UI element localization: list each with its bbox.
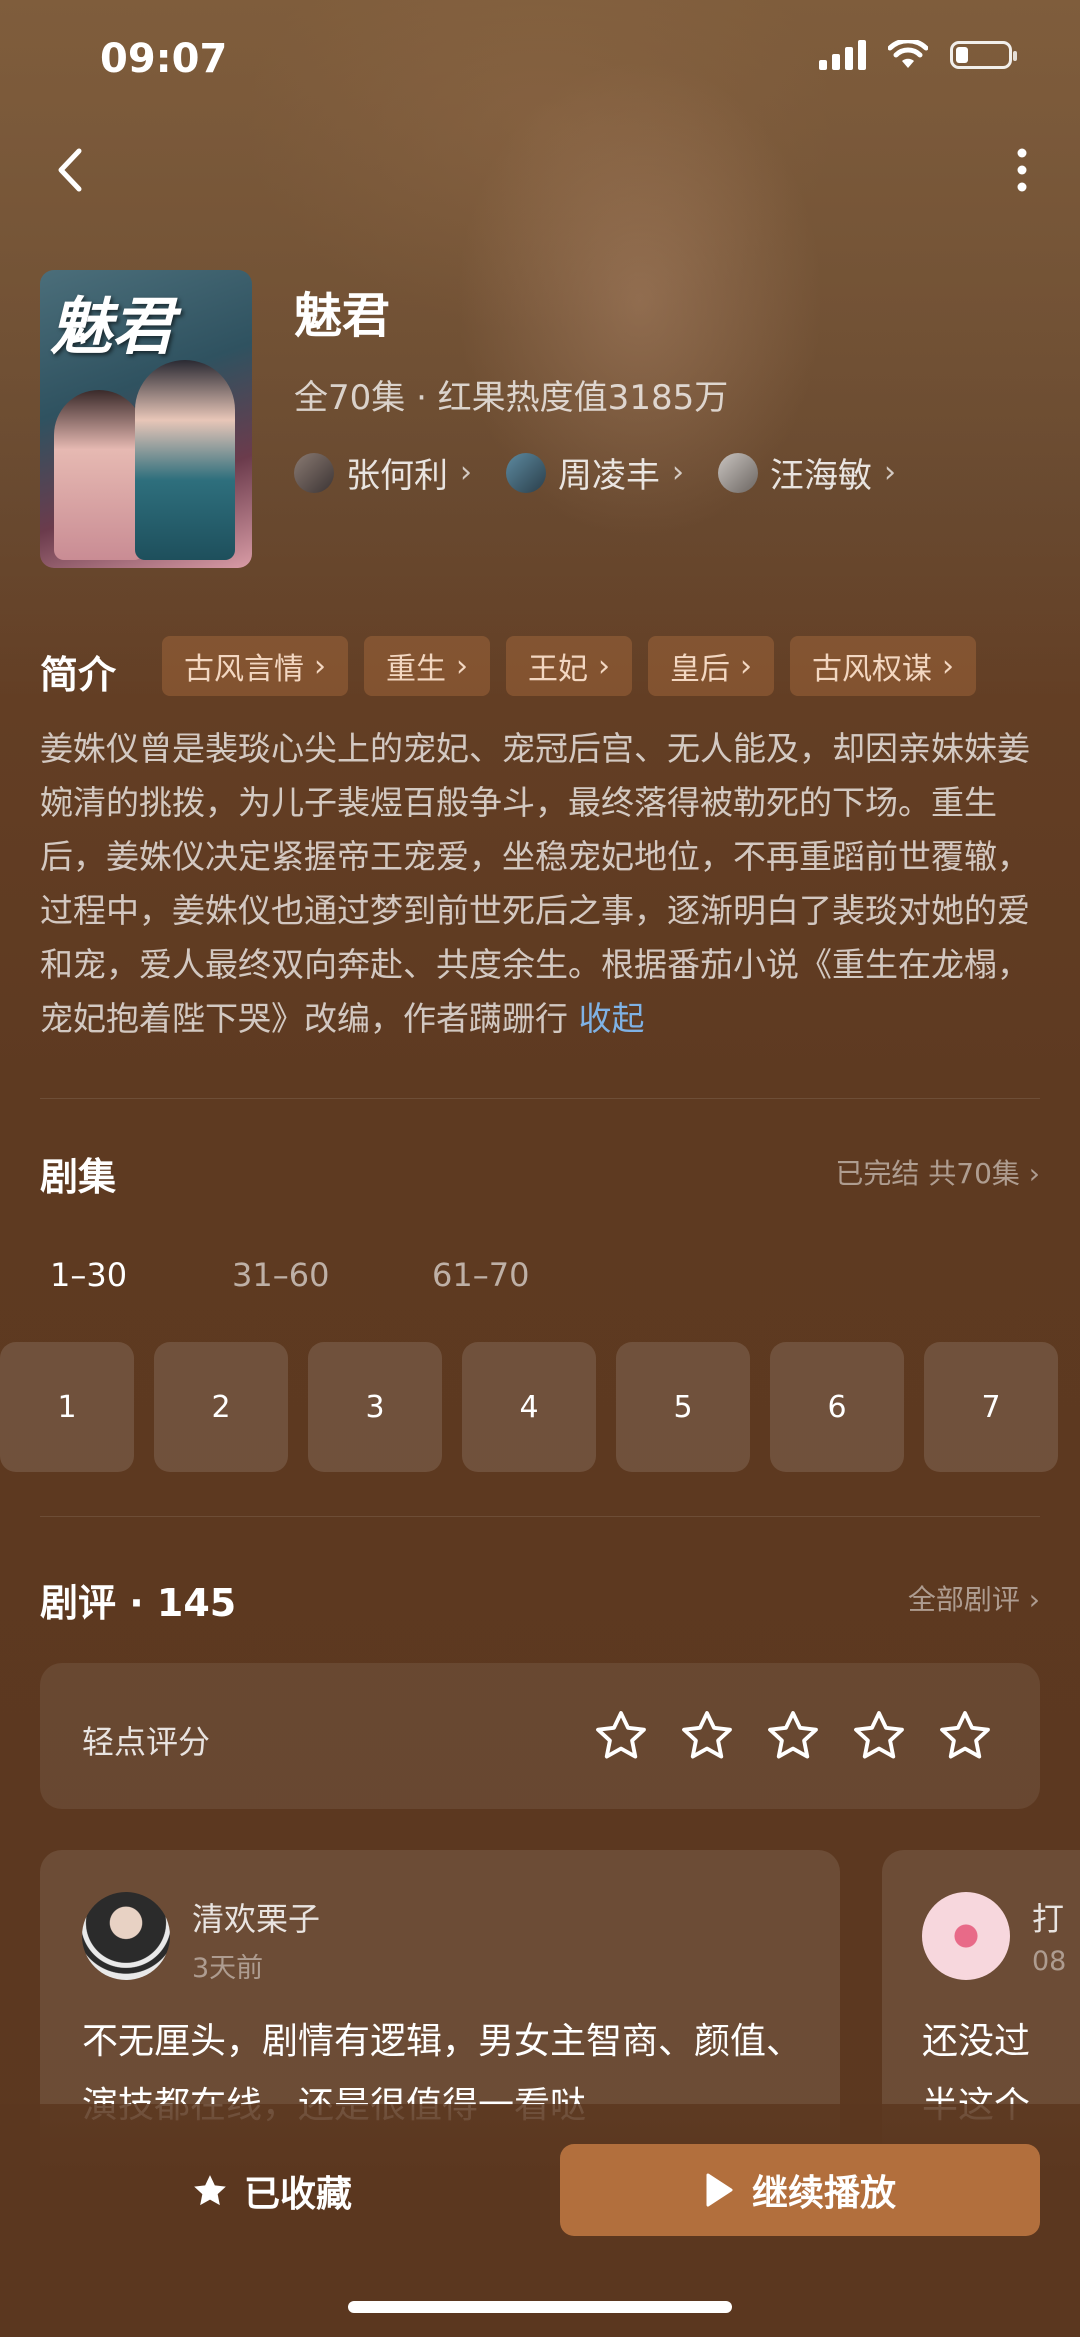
rating-prompt: 轻点评分 — [82, 1723, 211, 1761]
cast-name: 汪海敏 — [770, 456, 872, 496]
genre-tag[interactable]: 重生 › — [364, 636, 490, 696]
chevron-left-icon — [58, 148, 82, 192]
star-rating[interactable] — [592, 1707, 994, 1765]
cast-list: 张何利 › 周凌丰 › 汪海敏 › — [294, 448, 896, 497]
tag-label: 重生 — [386, 652, 446, 687]
play-icon — [706, 2173, 733, 2207]
review-time: 3天前 — [192, 1953, 264, 1984]
favorite-button[interactable]: 已收藏 — [190, 2156, 352, 2226]
chevron-right-icon: › — [1028, 1583, 1040, 1616]
chevron-right-icon: › — [1028, 1157, 1040, 1190]
tag-label: 皇后 — [670, 652, 730, 687]
wifi-icon — [888, 40, 928, 68]
range-tab-3[interactable]: 61–70 — [432, 1256, 529, 1294]
review-user: 清欢栗子 — [192, 1900, 321, 1938]
genre-tag[interactable]: 古风权谋 › — [790, 636, 976, 696]
episode-button[interactable]: 1 — [0, 1342, 134, 1472]
status-icons — [819, 40, 1017, 70]
tag-list: 古风言情 › 重生 › 王妃 › 皇后 › 古风权谋 › — [162, 636, 976, 696]
range-tab-1[interactable]: 1–30 — [50, 1256, 127, 1294]
divider — [40, 1516, 1040, 1517]
episode-button[interactable]: 4 — [462, 1342, 596, 1472]
tag-label: 王妃 — [528, 652, 588, 687]
collapse-link[interactable]: 收起 — [579, 999, 645, 1038]
star-icon[interactable] — [678, 1707, 736, 1765]
avatar — [82, 1892, 170, 1980]
chevron-right-icon: › — [460, 455, 472, 490]
poster-figure-male — [135, 360, 235, 560]
chevron-right-icon: › — [456, 648, 468, 684]
episodes-status-link[interactable]: 已完结 共70集 › — [835, 1152, 1040, 1192]
cast-item[interactable]: 周凌丰 › — [506, 448, 684, 497]
home-indicator[interactable] — [348, 2301, 732, 2313]
intro-label: 简介 — [40, 653, 117, 697]
episode-list: 1 2 3 4 5 6 7 — [0, 1342, 1080, 1472]
avatar — [506, 452, 546, 493]
star-icon[interactable] — [850, 1707, 908, 1765]
favorite-label: 已收藏 — [244, 2174, 353, 2215]
cast-item[interactable]: 张何利 › — [294, 448, 472, 497]
avatar — [718, 452, 758, 493]
chevron-right-icon: › — [314, 648, 326, 684]
episodes-status: 已完结 共70集 — [835, 1157, 1020, 1190]
avatar — [922, 1892, 1010, 1980]
review-time: 08 — [1032, 1946, 1067, 1977]
more-button[interactable] — [992, 140, 1052, 200]
back-button[interactable] — [40, 140, 100, 200]
episode-button[interactable]: 7 — [924, 1342, 1058, 1472]
all-reviews-link[interactable]: 全部剧评 › — [908, 1578, 1040, 1618]
chevron-right-icon: › — [942, 648, 954, 684]
tag-label: 古风言情 — [184, 652, 304, 687]
chevron-right-icon: › — [740, 648, 752, 684]
rating-card: 轻点评分 — [40, 1663, 1040, 1809]
star-icon[interactable] — [936, 1707, 994, 1765]
divider — [40, 1098, 1040, 1099]
reviews-title: 剧评 · 145 — [40, 1581, 237, 1625]
show-meta: 全70集 · 红果热度值3185万 — [294, 378, 729, 418]
show-title: 魅君 — [294, 288, 391, 344]
star-icon[interactable] — [592, 1707, 650, 1765]
description-text: 姜姝仪曾是裴琰心尖上的宠妃、宠冠后宫、无人能及，却因亲妹妹姜婉清的挑拨，为儿子裴… — [40, 729, 1030, 1038]
episode-button[interactable]: 2 — [154, 1342, 288, 1472]
genre-tag[interactable]: 皇后 › — [648, 636, 774, 696]
star-icon[interactable] — [764, 1707, 822, 1765]
chevron-right-icon: › — [884, 455, 896, 490]
cast-name: 周凌丰 — [558, 456, 660, 496]
play-label: 继续播放 — [751, 2173, 896, 2214]
genre-tag[interactable]: 王妃 › — [506, 636, 632, 696]
episode-button[interactable]: 3 — [308, 1342, 442, 1472]
status-time: 09:07 — [100, 36, 228, 82]
chevron-right-icon: › — [598, 648, 610, 684]
intro-description: 姜姝仪曾是裴琰心尖上的宠妃、宠冠后宫、无人能及，却因亲妹妹姜婉清的挑拨，为儿子裴… — [40, 722, 1050, 1046]
episode-button[interactable]: 6 — [770, 1342, 904, 1472]
continue-play-button[interactable]: 继续播放 — [560, 2144, 1040, 2236]
cast-name: 张何利 — [346, 456, 448, 496]
chevron-right-icon: › — [672, 455, 684, 490]
more-vertical-icon — [1017, 148, 1027, 192]
episodes-title: 剧集 — [40, 1155, 117, 1199]
poster-figure-female — [54, 390, 144, 560]
tag-label: 古风权谋 — [812, 652, 932, 687]
range-tab-2[interactable]: 31–60 — [232, 1256, 329, 1294]
all-reviews-label: 全部剧评 — [907, 1583, 1020, 1616]
star-filled-icon — [194, 2175, 226, 2206]
review-user: 打 — [1032, 1900, 1065, 1938]
episode-button[interactable]: 5 — [616, 1342, 750, 1472]
signal-icon — [819, 40, 866, 70]
cast-item[interactable]: 汪海敏 › — [718, 448, 896, 497]
poster-title-logo: 魅君 — [50, 290, 175, 363]
poster-image: 魅君 — [40, 270, 252, 568]
avatar — [294, 452, 334, 493]
battery-icon — [950, 41, 1017, 69]
genre-tag[interactable]: 古风言情 › — [162, 636, 348, 696]
